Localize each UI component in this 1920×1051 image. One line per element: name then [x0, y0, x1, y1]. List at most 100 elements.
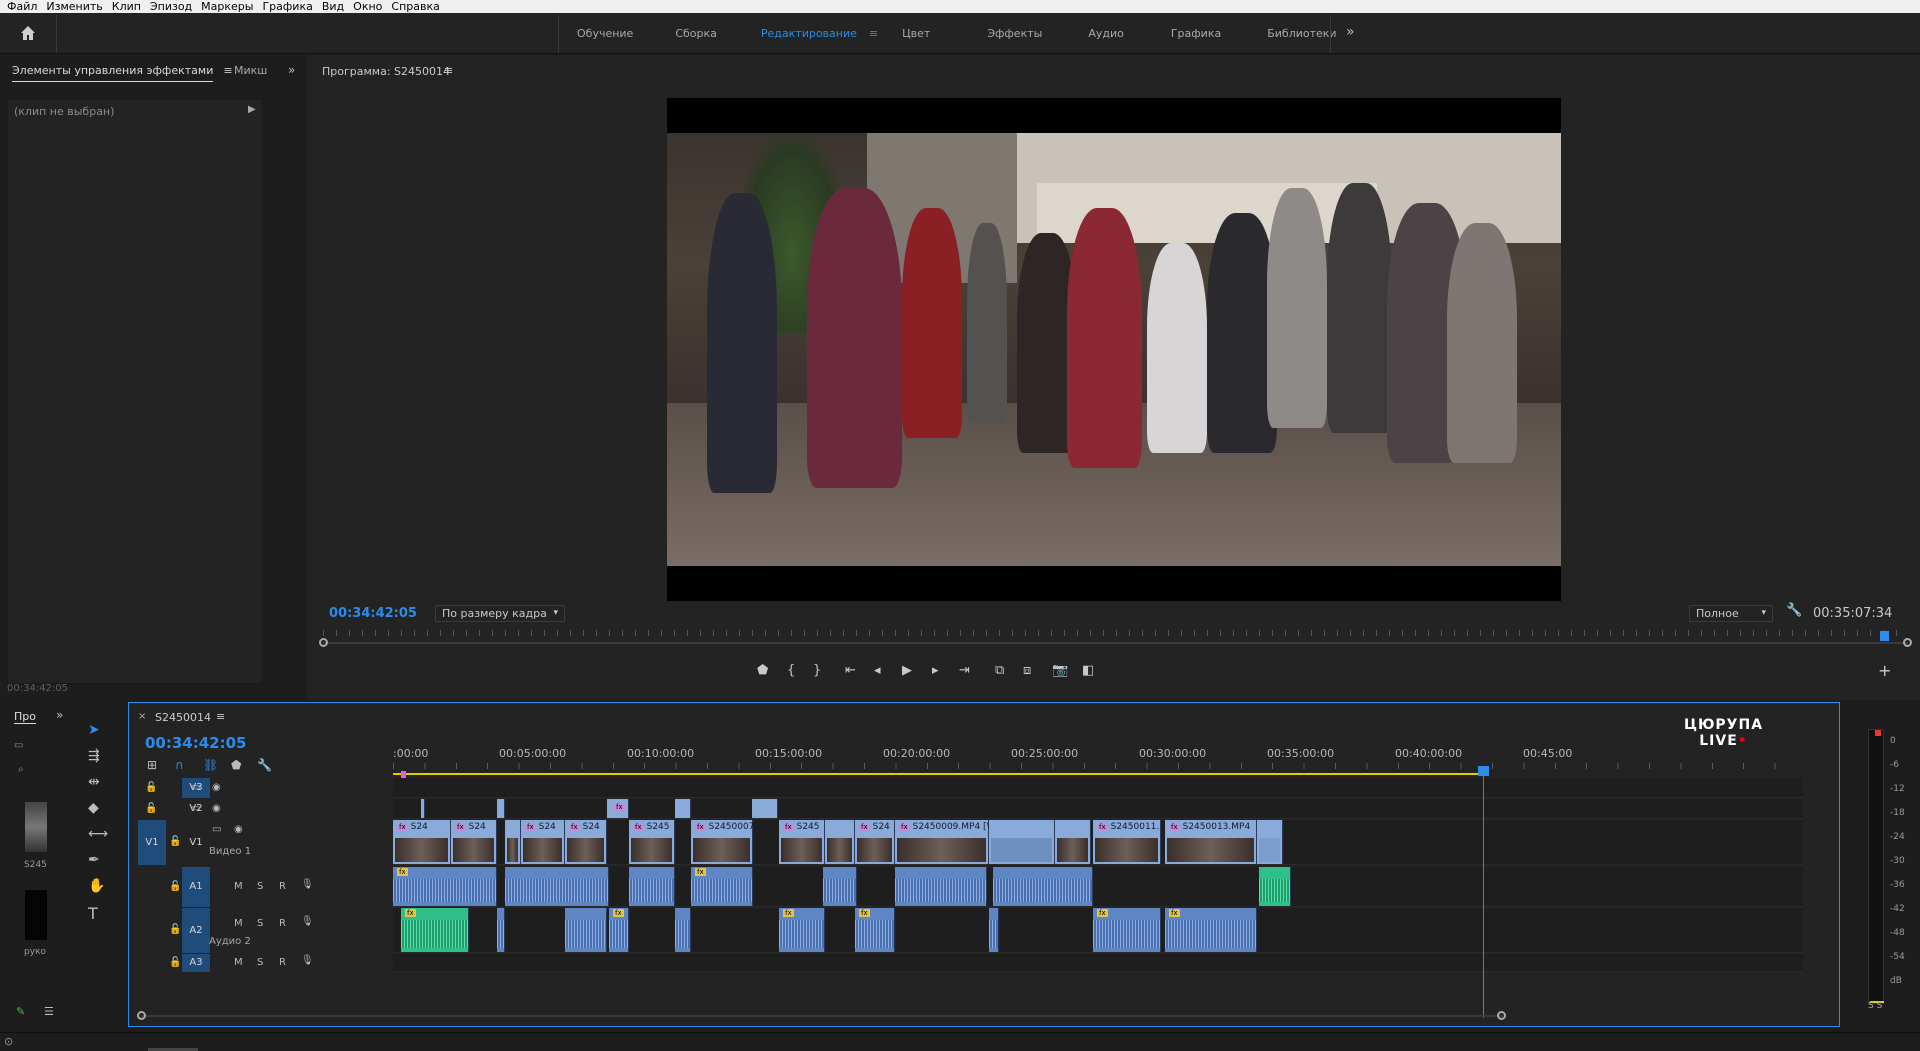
video-preview[interactable]	[667, 98, 1561, 601]
audio-clip[interactable]: fx	[609, 908, 629, 952]
pencil-icon[interactable]: ✎	[16, 1005, 25, 1018]
effect-panel-menu-icon[interactable]: ≡	[223, 64, 232, 82]
video-clip[interactable]	[1055, 820, 1091, 864]
track-label[interactable]: A1	[182, 867, 210, 907]
add-marker-icon[interactable]: ⬟	[757, 663, 768, 678]
clip-indicator[interactable]	[1875, 730, 1881, 736]
tab-audio[interactable]: Аудио	[1088, 27, 1124, 40]
work-area-bar[interactable]	[393, 773, 1481, 775]
go-to-out-icon[interactable]: ⇥	[959, 663, 970, 678]
audio-clip[interactable]: fx	[393, 867, 497, 906]
menu-sequence[interactable]: Эпизод	[150, 0, 192, 13]
video-clip[interactable]: fx S24	[565, 820, 607, 864]
video-clip[interactable]: fx S245	[629, 820, 675, 864]
timeline-timecode[interactable]: 00:34:42:05	[145, 734, 247, 752]
video-clip[interactable]: fx S24	[451, 820, 497, 864]
tab-libraries[interactable]: Библиотеки	[1267, 27, 1336, 40]
audio-clip[interactable]	[989, 908, 999, 952]
workspace-more-icon[interactable]: »	[1346, 24, 1355, 40]
expand-arrow-icon[interactable]: ▶	[248, 104, 256, 115]
lock-icon[interactable]: 🔓	[169, 836, 181, 847]
video-clip[interactable]	[505, 820, 521, 864]
menu-view[interactable]: Вид	[322, 0, 344, 13]
video-clip[interactable]: fx S2450009.MP4 [V]	[895, 820, 996, 864]
ripple-edit-icon[interactable]: ⇹	[88, 774, 100, 790]
linked-selection-icon[interactable]: ⛓	[203, 758, 218, 772]
camera-icon[interactable]: 📷	[1052, 663, 1068, 678]
solo-button[interactable]: S	[257, 881, 263, 892]
program-playhead[interactable]	[1880, 631, 1890, 641]
track-lane[interactable]: fx	[393, 799, 1803, 819]
lock-icon[interactable]: 🔓	[169, 957, 181, 968]
compare-icon[interactable]: ◧	[1082, 663, 1094, 678]
tab-effect-controls[interactable]: Элементы управления эффектами	[12, 64, 214, 82]
menu-window[interactable]: Окно	[353, 0, 382, 13]
audio-clip-green[interactable]: fx	[401, 908, 469, 952]
video-clip[interactable]	[752, 799, 778, 818]
nest-icon[interactable]: ⊞	[147, 758, 157, 772]
track-lane[interactable]: fx S24 fx S24 fx S24 fx S24 fx S245 fx S245000…	[393, 820, 1803, 865]
program-menu-icon[interactable]: ≡	[444, 64, 453, 77]
record-button[interactable]: R	[279, 918, 286, 929]
mute-button[interactable]: M	[234, 881, 243, 892]
razor-tool-icon[interactable]: ◆	[88, 800, 99, 816]
clip-thumbnail-black[interactable]	[25, 890, 47, 940]
tab-audio-mixer[interactable]: Микш	[234, 64, 267, 77]
audio-clip[interactable]	[823, 867, 857, 906]
horizontal-scrollbar[interactable]	[137, 1011, 1506, 1020]
audio-clip[interactable]: fx	[1165, 908, 1257, 952]
zoom-handle-left[interactable]	[319, 638, 328, 647]
track-lane[interactable]	[393, 954, 1803, 972]
record-button[interactable]: R	[279, 881, 286, 892]
sequence-tab[interactable]: S2450014	[155, 711, 211, 724]
microphone-icon[interactable]: 🎙	[301, 916, 314, 927]
video-clip[interactable]	[675, 799, 691, 818]
solo-buttons[interactable]: S S	[1868, 1001, 1882, 1011]
track-label[interactable]: A2	[182, 908, 210, 953]
microphone-icon[interactable]: 🎙	[301, 955, 314, 966]
go-to-in-icon[interactable]: ⇤	[845, 663, 856, 678]
audio-clip[interactable]	[497, 908, 505, 952]
sync-lock-icon[interactable]: ▭	[191, 782, 200, 793]
eye-icon[interactable]: ◉	[212, 803, 221, 814]
track-label[interactable]: A3	[182, 954, 210, 972]
effect-panel-more-icon[interactable]: »	[288, 63, 295, 77]
slip-tool-icon[interactable]: ⟷	[88, 826, 108, 842]
scroll-handle-left[interactable]	[137, 1011, 146, 1020]
program-scrubber[interactable]	[319, 630, 1912, 648]
zoom-fit-select[interactable]: По размеру кадра ▾	[435, 605, 565, 622]
bin-icon[interactable]: ▭	[14, 740, 23, 751]
audio-clip[interactable]	[565, 908, 607, 952]
lock-icon[interactable]: 🔓	[169, 924, 181, 935]
step-back-icon[interactable]: ◂	[874, 663, 881, 678]
hand-tool-icon[interactable]: ✋	[88, 878, 105, 894]
video-clip[interactable]	[1257, 820, 1283, 864]
overwrite-icon[interactable]: ⧈	[1023, 663, 1031, 678]
menu-markers[interactable]: Маркеры	[201, 0, 253, 13]
tab-editing[interactable]: Редактирование	[761, 27, 857, 40]
video-clip[interactable]	[989, 820, 1055, 864]
track-lane[interactable]: fx fx fx fx fx fx	[393, 908, 1803, 953]
insert-icon[interactable]: ⧉	[995, 663, 1004, 678]
sequence-menu-icon[interactable]: ≡	[216, 710, 225, 723]
track-lane[interactable]: fx fx	[393, 867, 1803, 907]
eye-icon[interactable]: ◉	[212, 782, 221, 793]
sync-lock-icon[interactable]: ▭	[212, 824, 221, 835]
solo-button[interactable]: S	[257, 957, 263, 968]
mute-button[interactable]: M	[234, 957, 243, 968]
mark-out-icon[interactable]: }	[813, 663, 821, 678]
timeline-settings-icon[interactable]: 🔧	[257, 758, 272, 772]
zoom-handle-right[interactable]	[1903, 638, 1912, 647]
video-clip[interactable]: fx S245	[779, 820, 825, 864]
audio-clip[interactable]: fx	[855, 908, 895, 952]
audio-clip[interactable]	[629, 867, 675, 906]
playback-quality-select[interactable]: Полное ▾	[1689, 605, 1773, 622]
video-clip[interactable]	[825, 820, 855, 864]
tab-project[interactable]: Про	[14, 710, 36, 724]
video-clip[interactable]	[497, 799, 505, 818]
tab-graphics[interactable]: Графика	[1171, 27, 1221, 40]
tab-color[interactable]: Цвет	[902, 27, 930, 40]
audio-clip[interactable]: fx	[691, 867, 753, 906]
tab-learning[interactable]: Обучение	[577, 27, 633, 40]
audio-clip[interactable]: fx	[779, 908, 825, 952]
